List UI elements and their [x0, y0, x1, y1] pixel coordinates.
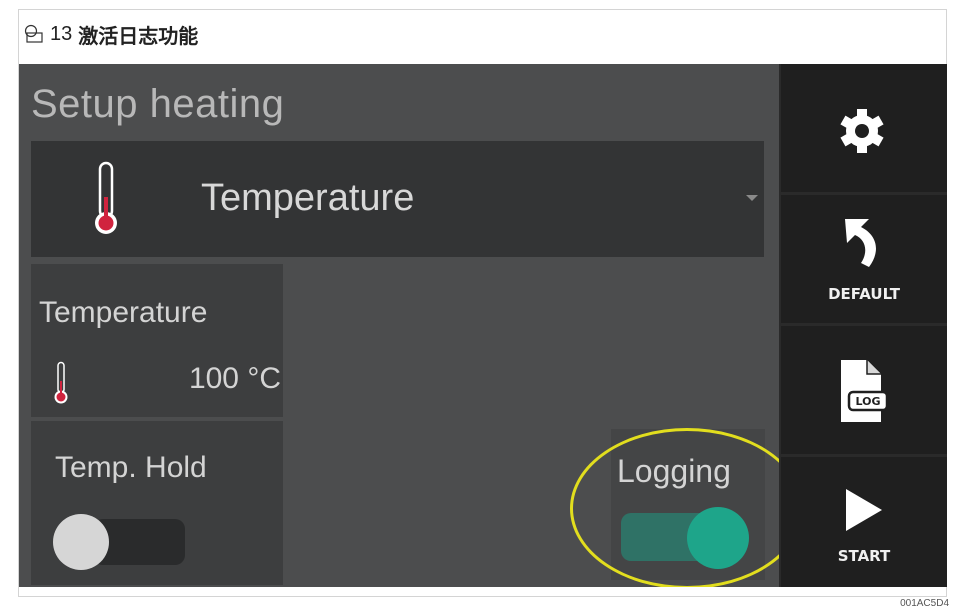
temperature-card-title: Temperature [39, 296, 208, 329]
parameter-dropdown[interactable]: Temperature [31, 141, 764, 257]
gear-icon [840, 109, 884, 153]
thermometer-icon [95, 161, 117, 234]
toggle-knob [53, 514, 109, 570]
default-button[interactable]: DEFAULT [781, 195, 947, 323]
figure-caption: 13 激活日志功能 [24, 14, 198, 54]
settings-button[interactable] [781, 64, 947, 192]
start-button-label: START [837, 547, 891, 565]
chevron-down-icon [746, 195, 758, 201]
return-arrow-icon [845, 219, 876, 267]
temp-hold-title: Temp. Hold [55, 451, 207, 484]
temperature-card[interactable]: Temperature 100 °C [31, 264, 283, 417]
action-sidebar: DEFAULT LOG START [779, 64, 947, 587]
play-icon [846, 489, 882, 531]
temp-hold-card: Temp. Hold [31, 421, 283, 585]
figure-icon [24, 24, 43, 43]
document-id: 001AC5D4 [900, 598, 949, 609]
parameter-dropdown-value: Temperature [201, 177, 415, 219]
default-button-label: DEFAULT [828, 285, 900, 303]
thermometer-icon [54, 361, 68, 404]
highlight-ellipse [570, 428, 804, 587]
main-panel: Setup heating Temperature Temperature 10… [19, 64, 804, 587]
device-screen: Setup heating Temperature Temperature 10… [19, 64, 947, 587]
start-button[interactable]: START [781, 457, 947, 587]
page-title: Setup heating [31, 82, 285, 126]
log-file-icon: LOG [841, 360, 889, 422]
log-button[interactable]: LOG [781, 326, 947, 454]
log-icon-text: LOG [856, 395, 881, 408]
temperature-value: 100 °C [188, 362, 281, 395]
temp-hold-toggle[interactable] [53, 514, 185, 570]
figure-number: 13 [50, 22, 73, 45]
figure-title: 激活日志功能 [78, 23, 199, 48]
